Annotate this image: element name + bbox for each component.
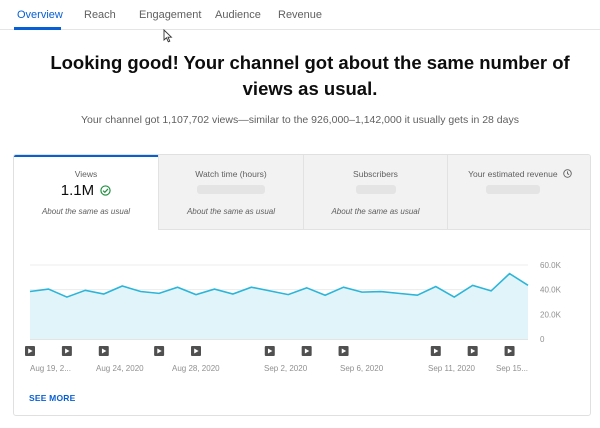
active-tab-indicator [14,27,61,30]
tab-audience[interactable]: Audience [215,9,261,21]
tab-reach[interactable]: Reach [84,9,116,21]
x-tick-label: Sep 11, 2020 [428,364,476,373]
insight-headline: Looking good! Your channel got about the… [50,52,570,99]
check-circle-icon [100,185,111,196]
mouse-cursor-icon [163,29,173,43]
x-tick-label: Aug 24, 2020 [96,364,144,373]
metric-tab-views[interactable]: Views 1.1M About the same as usual [14,155,159,230]
views-chart: 60.0K 40.0K 20.0K 0 Aug 19, 2... Aug 24, 2020… [25,261,562,373]
redacted-value [197,185,265,194]
series-line [29,272,529,298]
metric-title: Watch time (hours) [195,169,267,179]
x-tick-label: Aug 19, 2... [30,364,71,373]
redacted-value [356,185,396,194]
metric-tab-estimated-revenue[interactable]: Your estimated revenue [448,155,590,230]
y-tick-label: 40.0K [540,286,562,295]
x-tick-label: Aug 28, 2020 [172,364,220,373]
metric-title: Views [74,169,98,179]
metric-note: About the same as usual [41,207,131,216]
series-area [30,273,528,339]
x-tick-label: Sep 15... [496,364,528,373]
active-metric-indicator [14,155,158,157]
tab-overview[interactable]: Overview [17,9,63,21]
redacted-value [486,185,540,194]
metrics-card: Views 1.1M About the same as usual Watch… [13,154,591,416]
metric-title: Subscribers [353,169,398,179]
y-tick-label: 60.0K [540,261,562,270]
metric-note: About the same as usual [186,207,276,216]
y-tick-label: 20.0K [540,310,562,319]
metric-title: Your estimated revenue [448,169,590,179]
tab-engagement[interactable]: Engagement [139,9,201,21]
metric-note: About the same as usual [331,207,420,216]
x-tick-label: Sep 6, 2020 [340,364,384,373]
y-tick-label: 0 [540,335,545,344]
analytics-tabs: Overview Reach Engagement Audience Reven… [0,0,600,30]
see-more-link[interactable]: SEE MORE [29,393,75,403]
metric-tab-watch-time[interactable]: Watch time (hours) About the same as usu… [159,155,304,230]
tab-revenue[interactable]: Revenue [278,9,322,21]
clock-icon [563,169,572,178]
metric-tab-subscribers[interactable]: Subscribers About the same as usual [304,155,448,230]
metric-value-text: 1.1M [60,182,95,199]
metric-title-text: Your estimated revenue [468,169,558,179]
insight-subline: Your channel got 1,107,702 views—similar… [81,114,519,126]
x-tick-label: Sep 2, 2020 [264,364,308,373]
metric-value: 1.1M [14,182,158,199]
